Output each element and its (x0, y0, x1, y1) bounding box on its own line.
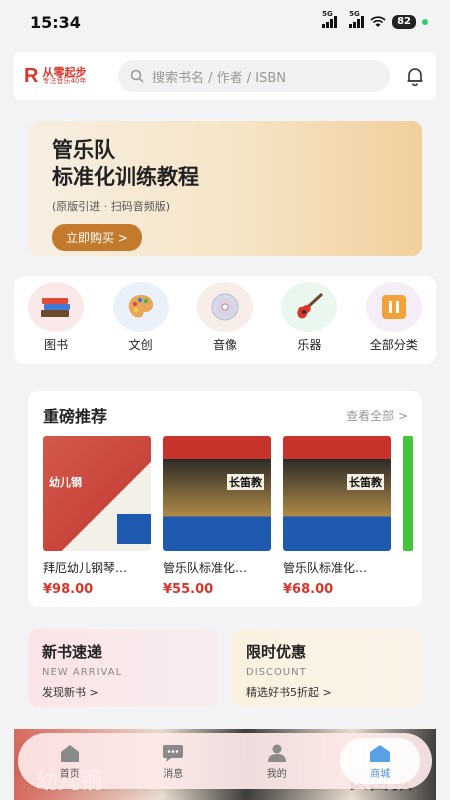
status-time: 15:34 (30, 12, 81, 32)
product-cover: 长笛教 (163, 436, 271, 551)
bottom-tab-bar: 首页 消息 我的 商城 (18, 733, 432, 789)
new-arrival-link[interactable]: 发现新书 > (42, 684, 204, 700)
discount-title: 限时优惠 (246, 643, 307, 661)
featured-section: 重磅推荐 查看全部 > 幼儿钢 拜厄幼儿钢琴… ¥98.00 长笛教 管乐队标准… (28, 391, 422, 607)
disc-icon (196, 282, 253, 332)
new-arrival-en: NEW ARRIVAL (42, 667, 123, 678)
category-instruments[interactable]: 乐器 (274, 282, 344, 353)
logo[interactable]: R 从零起步 专注音乐40年 (24, 65, 112, 88)
bell-icon (407, 68, 423, 86)
category-all[interactable]: 全部分类 (359, 282, 429, 353)
palette-icon (112, 282, 169, 332)
category-creative[interactable]: 文创 (106, 282, 176, 353)
notification-button[interactable] (404, 65, 426, 87)
discount-en: DISCOUNT (246, 667, 307, 678)
logo-sub-text: 专注音乐40年 (42, 77, 87, 86)
signal-icon: 5G (322, 10, 338, 28)
product-card[interactable]: 幼儿钢 拜厄幼儿钢琴… ¥98.00 (43, 436, 151, 597)
view-all-link[interactable]: 查看全部 > (346, 407, 408, 424)
status-bar: 15:34 5G 5G 82 (0, 0, 450, 44)
logo-letter: R (24, 64, 39, 87)
tab-store[interactable]: 商城 (340, 738, 421, 784)
books-icon (28, 282, 85, 332)
chat-icon (163, 744, 184, 762)
promo-banner[interactable]: 管乐队 标准化训练教程 (原版引进 · 扫码音频版) 立即购买 > (28, 121, 422, 256)
category-books[interactable]: 图书 (21, 282, 91, 353)
product-cover: 幼儿钢 (43, 436, 151, 551)
tab-profile[interactable]: 我的 (237, 743, 317, 780)
search-input[interactable]: 搜索书名 / 作者 / ISBN (118, 60, 390, 92)
product-name: 管乐队标准化… (283, 561, 368, 575)
header-bar: R 从零起步 专注音乐40年 搜索书名 / 作者 / ISBN (14, 52, 436, 100)
new-arrival-card[interactable]: 新书速递 NEW ARRIVAL 发现新书 > (28, 629, 218, 707)
grid-icon (365, 282, 422, 332)
product-name: 拜厄幼儿钢琴… (43, 561, 128, 575)
discount-link[interactable]: 精选好书5折起 > (246, 684, 408, 700)
tab-home[interactable]: 首页 (30, 743, 110, 780)
product-card[interactable]: 长笛教 管乐队标准化… ¥68.00 (283, 436, 391, 597)
product-name: 管乐队标准化… (163, 561, 248, 575)
battery-icon: 82 (392, 15, 416, 29)
search-placeholder: 搜索书名 / 作者 / ISBN (152, 70, 287, 86)
guitar-icon (281, 282, 338, 332)
product-cover-peek (403, 436, 413, 551)
category-media[interactable]: 音像 (190, 282, 260, 353)
banner-subtitle: (原版引进 · 扫码音频版) (52, 199, 171, 213)
product-card[interactable]: 长笛教 管乐队标准化… ¥55.00 (163, 436, 271, 597)
status-dot (422, 19, 428, 25)
buy-now-button[interactable]: 立即购买 > (52, 223, 142, 251)
new-arrival-title: 新书速递 (42, 643, 103, 661)
product-price: ¥98.00 (43, 582, 94, 597)
banner-title-line1: 管乐队 (52, 138, 115, 162)
featured-title: 重磅推荐 (43, 407, 108, 426)
product-cover: 长笛教 (283, 436, 391, 551)
status-icons: 5G 5G 82 (322, 10, 428, 29)
store-icon (370, 744, 391, 762)
banner-title-line2: 标准化训练教程 (52, 165, 199, 190)
wifi-icon (370, 16, 386, 27)
discount-card[interactable]: 限时优惠 DISCOUNT 精选好书5折起 > (232, 629, 422, 707)
category-row: 图书 文创 音像 乐器 全部分类 (14, 276, 436, 364)
user-icon (267, 744, 286, 762)
search-icon (130, 69, 144, 83)
tab-messages[interactable]: 消息 (133, 743, 213, 780)
product-price: ¥55.00 (163, 582, 214, 597)
product-list: 幼儿钢 拜厄幼儿钢琴… ¥98.00 长笛教 管乐队标准化… ¥55.00 长笛… (43, 436, 391, 597)
signal-icon-2: 5G (349, 10, 365, 28)
product-price: ¥68.00 (283, 582, 334, 597)
home-icon (60, 744, 79, 762)
